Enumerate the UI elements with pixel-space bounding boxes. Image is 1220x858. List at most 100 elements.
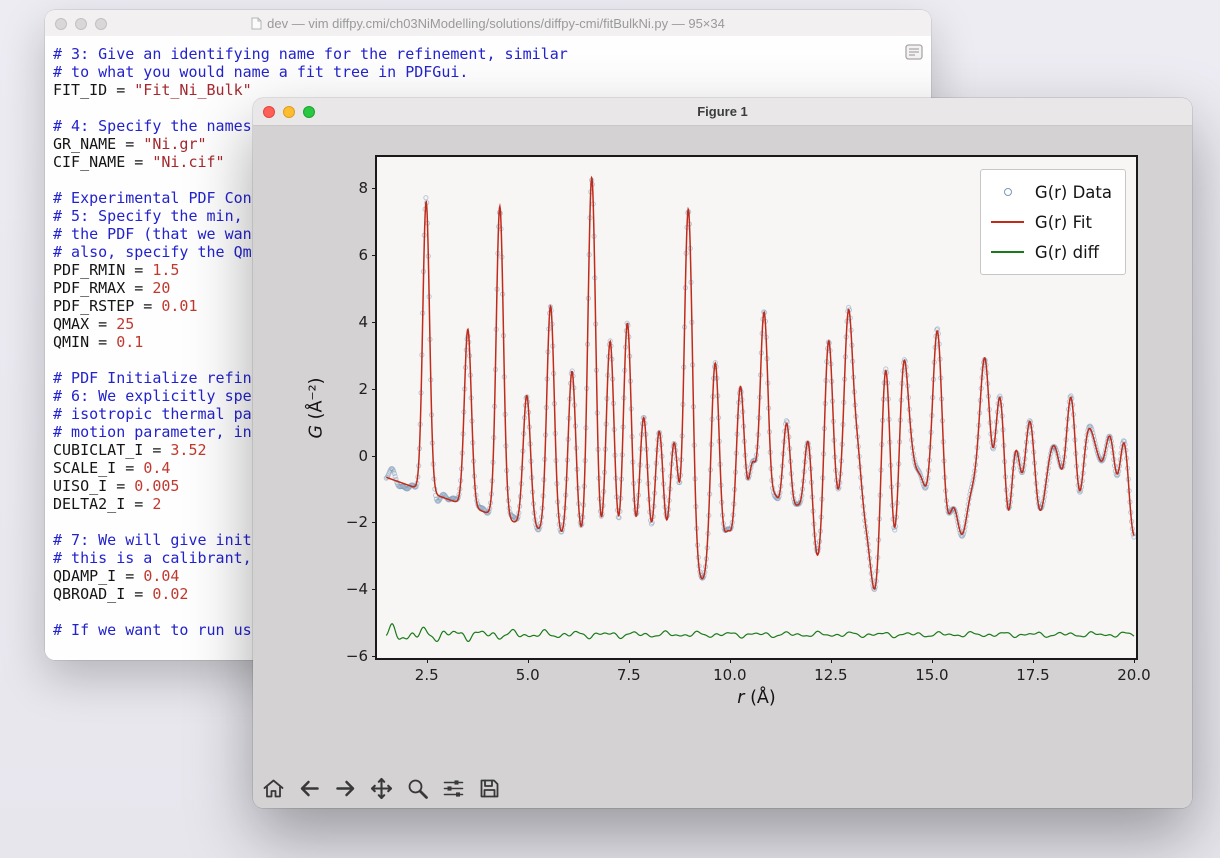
terminal-pane-icon[interactable]	[905, 44, 923, 60]
x-tick-label: 7.5	[617, 666, 641, 684]
y-tick-label: 0	[358, 447, 368, 465]
minimize-button[interactable]	[75, 18, 87, 30]
code-segment-comment: # If we want to run us	[53, 621, 252, 639]
close-button[interactable]	[55, 18, 67, 30]
figure-window: Figure 1 G (Å⁻²) r (Å) G(r) Data	[253, 98, 1192, 808]
x-tick-mark	[528, 658, 529, 663]
code-segment-str: "Fit_Ni_Bulk"	[134, 81, 251, 99]
code-line: FIT_ID = "Fit_Ni_Bulk"	[53, 81, 925, 99]
legend-label-diff: G(r) diff	[1035, 243, 1099, 262]
x-axis-label-units: (Å)	[745, 688, 776, 708]
code-segment-num: 3.52	[170, 441, 206, 459]
forward-button[interactable]	[333, 776, 358, 801]
code-segment-comment: # 5: Specify the min,	[53, 207, 243, 225]
plot-axes: G (Å⁻²) r (Å) G(r) Data G(r) Fit G(r) di…	[375, 155, 1138, 660]
desktop: { "terminal": { "title": "dev — vim diff…	[0, 0, 1220, 858]
legend: G(r) Data G(r) Fit G(r) diff	[980, 169, 1126, 275]
legend-label-fit: G(r) Fit	[1035, 213, 1092, 232]
code-segment-plain: GR_NAME =	[53, 135, 143, 153]
code-segment-num: 25	[116, 315, 134, 333]
y-tick-label: 4	[358, 313, 368, 331]
code-segment-plain: UISO_I =	[53, 477, 134, 495]
y-tick-label: −4	[346, 580, 368, 598]
y-tick-mark	[372, 456, 377, 457]
code-segment-comment: # motion parameter, in	[53, 423, 252, 441]
y-tick-label: 2	[358, 380, 368, 398]
code-segment-plain: QBROAD_I =	[53, 585, 152, 603]
diff-line-icon	[990, 251, 1026, 253]
figure-canvas-area: G (Å⁻²) r (Å) G(r) Data G(r) Fit G(r) di…	[253, 126, 1192, 808]
code-segment-num: 0.01	[161, 297, 197, 315]
code-segment-comment: # 3: Give an identifying name for the re…	[53, 45, 568, 63]
y-tick-label: −2	[346, 513, 368, 531]
x-tick-label: 5.0	[516, 666, 540, 684]
zoom-button[interactable]	[95, 18, 107, 30]
y-tick-mark	[372, 322, 377, 323]
code-segment-comment: # isotropic thermal pa	[53, 405, 252, 423]
x-tick-mark	[932, 658, 933, 663]
figure-toolbar	[261, 776, 502, 801]
forward-arrow-icon	[334, 777, 357, 800]
y-tick-label: −6	[346, 647, 368, 665]
code-segment-num: 0.1	[116, 333, 143, 351]
x-tick-mark	[831, 658, 832, 663]
code-segment-plain: SCALE_I =	[53, 459, 143, 477]
x-tick-label: 10.0	[713, 666, 746, 684]
back-arrow-icon	[298, 777, 321, 800]
y-tick-label: 8	[358, 179, 368, 197]
document-proxy-icon	[251, 17, 262, 30]
y-tick-mark	[372, 522, 377, 523]
configure-subplots-button[interactable]	[441, 776, 466, 801]
y-axis-label-units: (Å⁻²)	[306, 377, 326, 424]
code-segment-plain: PDF_RMIN =	[53, 261, 152, 279]
data-marker-icon	[990, 188, 1026, 196]
zoom-button[interactable]	[303, 106, 315, 118]
code-line: # to what you would name a fit tree in P…	[53, 63, 925, 81]
fit-line-icon	[990, 221, 1026, 223]
x-tick-label: 15.0	[915, 666, 948, 684]
terminal-titlebar[interactable]: dev — vim diffpy.cmi/ch03NiModelling/sol…	[45, 10, 931, 38]
code-segment-str: "Ni.cif"	[152, 153, 224, 171]
pan-icon	[370, 777, 393, 800]
x-tick-label: 2.5	[415, 666, 439, 684]
code-segment-num: 0.005	[134, 477, 179, 495]
code-segment-comment: # PDF Initialize refin	[53, 369, 252, 387]
y-tick-label: 6	[358, 246, 368, 264]
x-tick-mark	[1134, 658, 1135, 663]
save-icon	[478, 777, 501, 800]
home-button[interactable]	[261, 776, 286, 801]
code-segment-comment: # the PDF (that we wan	[53, 225, 252, 243]
terminal-title-text: dev — vim diffpy.cmi/ch03NiModelling/sol…	[267, 16, 725, 31]
x-tick-label: 12.5	[814, 666, 847, 684]
pan-button[interactable]	[369, 776, 394, 801]
configure-subplots-icon	[442, 777, 465, 800]
y-tick-mark	[372, 188, 377, 189]
legend-item-fit: G(r) Fit	[990, 207, 1112, 237]
code-segment-comment: # also, specify the Qm	[53, 243, 252, 261]
figure-titlebar[interactable]: Figure 1	[253, 98, 1192, 126]
zoom-button-tool[interactable]	[405, 776, 430, 801]
y-axis-label-var: G	[306, 424, 326, 438]
code-segment-comment: # 7: We will give init	[53, 531, 252, 549]
code-segment-plain: QMIN =	[53, 333, 116, 351]
x-tick-mark	[1033, 658, 1034, 663]
close-button[interactable]	[263, 106, 275, 118]
y-tick-mark	[372, 255, 377, 256]
save-button[interactable]	[477, 776, 502, 801]
x-tick-label: 17.5	[1016, 666, 1049, 684]
code-line: # 3: Give an identifying name for the re…	[53, 45, 925, 63]
code-segment-plain: DELTA2_I =	[53, 495, 152, 513]
zoom-icon	[406, 777, 429, 800]
back-button[interactable]	[297, 776, 322, 801]
x-tick-label: 20.0	[1117, 666, 1150, 684]
y-tick-mark	[372, 656, 377, 657]
code-segment-plain: PDF_RSTEP =	[53, 297, 161, 315]
x-tick-mark	[730, 658, 731, 663]
minimize-button[interactable]	[283, 106, 295, 118]
code-segment-num: 2	[152, 495, 161, 513]
code-segment-str: "Ni.gr"	[143, 135, 206, 153]
legend-label-data: G(r) Data	[1035, 183, 1112, 202]
code-segment-comment: # this is a calibrant,	[53, 549, 252, 567]
code-segment-plain: FIT_ID =	[53, 81, 134, 99]
code-segment-num: 0.4	[143, 459, 170, 477]
